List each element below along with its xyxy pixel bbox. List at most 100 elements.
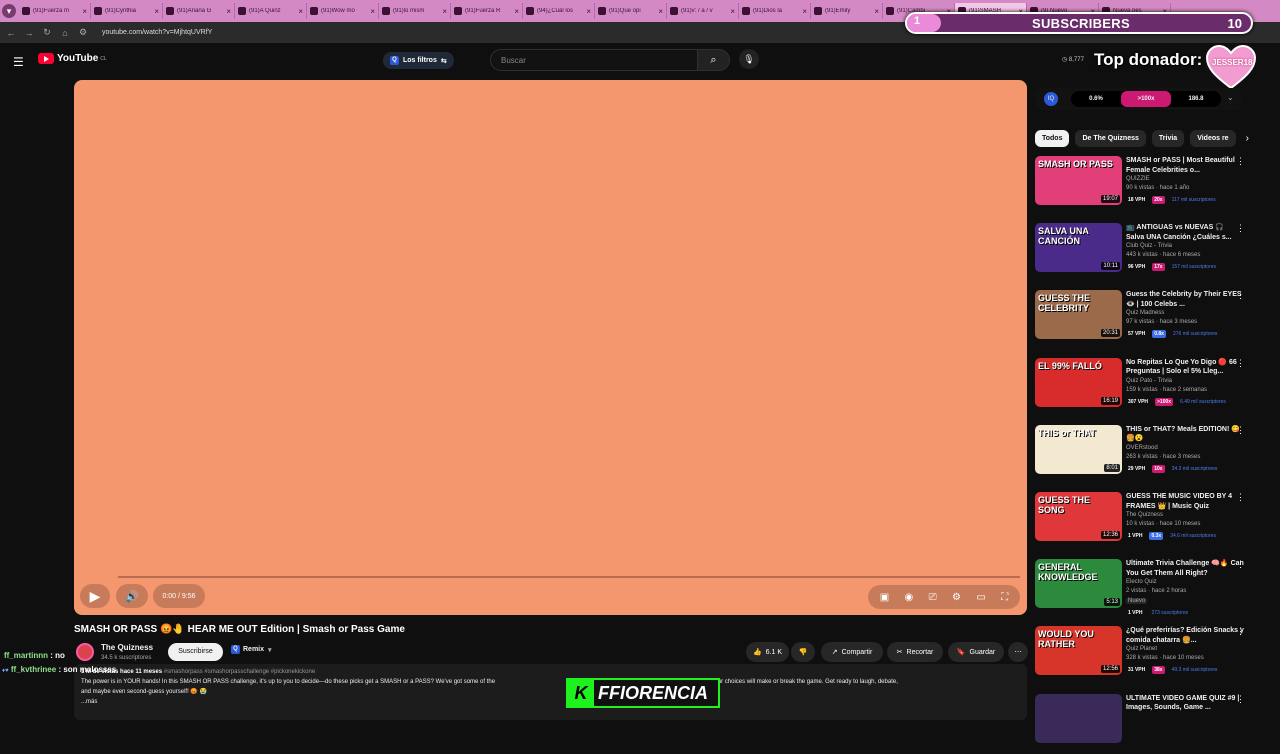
video-channel[interactable]: Quiz Madness xyxy=(1126,310,1164,316)
reload-icon[interactable]: ↻ xyxy=(40,27,54,38)
browser-tab[interactable]: (91)A Quinz × xyxy=(235,3,307,19)
browser-tab[interactable]: (91)Ariana G × xyxy=(163,3,235,19)
home-icon[interactable]: ⌂ xyxy=(58,28,72,38)
autoplay-toggle[interactable]: ◉ xyxy=(905,592,914,603)
video-channel[interactable]: Club Quiz - Trivia xyxy=(1126,243,1172,249)
video-thumbnail[interactable] xyxy=(1035,693,1122,743)
close-icon[interactable]: × xyxy=(226,7,231,16)
chip-related[interactable]: Videos re xyxy=(1190,130,1236,147)
chip-trivia[interactable]: Trivia xyxy=(1151,130,1185,147)
more-actions-button[interactable]: ⋯ xyxy=(1008,642,1028,662)
volume-button[interactable]: 🔊 xyxy=(116,584,148,608)
save-button[interactable]: 🔖 Guardar xyxy=(948,642,1004,662)
more-vert-icon[interactable]: ⋮ xyxy=(1236,290,1245,301)
subscribe-button[interactable]: Suscribirse xyxy=(168,643,223,661)
voice-search-button[interactable]: 🎙 xyxy=(739,49,759,69)
close-icon[interactable]: × xyxy=(658,7,663,16)
chip-all[interactable]: Todos xyxy=(1035,130,1070,147)
play-button[interactable]: ▶ xyxy=(80,584,110,608)
site-info-icon[interactable]: ⚙ xyxy=(76,27,90,38)
browser-tab[interactable]: (91)Fuerza m × xyxy=(19,3,91,19)
video-title[interactable]: Guess the Celebrity by Their EYES 👁️ | 1… xyxy=(1126,290,1244,309)
close-icon[interactable]: × xyxy=(370,7,375,16)
video-channel[interactable]: Quiz Planet xyxy=(1126,646,1157,652)
browser-tab[interactable]: (91)Cynthia × xyxy=(91,3,163,19)
video-channel[interactable]: The Quizness xyxy=(1126,512,1163,518)
extension-player-icon[interactable]: ▣ xyxy=(880,592,889,603)
chevron-right-icon[interactable]: › xyxy=(1246,133,1249,144)
recommended-video[interactable]: SALVA UNA CANCIÓN 10:11 📺 ANTIGUAS vs NUEV… xyxy=(1035,223,1270,283)
forward-icon[interactable]: → xyxy=(22,28,36,38)
close-icon[interactable]: × xyxy=(874,7,879,16)
subtitles-icon[interactable]: ⎚ xyxy=(929,592,937,603)
extension-logo-icon[interactable]: IQ xyxy=(1044,92,1058,106)
more-vert-icon[interactable]: ⋮ xyxy=(1236,223,1245,234)
browser-tab[interactable]: (91)Emily × xyxy=(811,3,883,19)
video-channel[interactable]: QUIZZIE xyxy=(1126,176,1150,182)
browser-tab[interactable]: (91)Dios la × xyxy=(739,3,811,19)
recommended-video[interactable]: THIS or THAT 8:01 THIS or THAT? Meals EDIT… xyxy=(1035,424,1270,485)
video-title[interactable]: ¿Qué preferirías? Edición Snacks y comid… xyxy=(1126,626,1244,645)
remix-button[interactable]: Q Remix ▾ xyxy=(231,645,272,654)
video-title[interactable]: GUESS THE MUSIC VIDEO BY 4 FRAMES 👑 | Mu… xyxy=(1126,492,1244,511)
close-icon[interactable]: × xyxy=(730,7,735,16)
video-title[interactable]: SMASH or PASS | Most Beautiful Female Ce… xyxy=(1126,156,1244,175)
video-player[interactable] xyxy=(74,80,1027,615)
url-field[interactable]: youtube.com/watch?v=MjhtqUVRfY xyxy=(102,29,212,36)
chevron-down-icon[interactable]: ⌄ xyxy=(1227,93,1234,102)
video-channel[interactable]: Quiz Pato - Trivia xyxy=(1126,378,1172,384)
close-icon[interactable]: × xyxy=(82,7,87,16)
chip-channel[interactable]: De The Quizness xyxy=(1075,130,1146,147)
browser-tab[interactable]: (91)Wow mo × xyxy=(307,3,379,19)
video-title[interactable]: No Repitas Lo Que Yo Digo 🔴 66 Preguntas… xyxy=(1126,358,1244,377)
close-icon[interactable]: × xyxy=(442,7,447,16)
close-icon[interactable]: × xyxy=(298,7,303,16)
video-thumbnail[interactable]: GUESS THE CELEBRITY 20:31 xyxy=(1035,290,1122,340)
filters-button[interactable]: Q Los filtros ⇆ xyxy=(383,52,454,69)
description-more-link[interactable]: ...más xyxy=(81,697,1020,707)
browser-tab[interactable]: (91)v: / a / v × xyxy=(667,3,739,19)
browser-tab[interactable]: (91)Que opi × xyxy=(595,3,667,19)
dislike-button[interactable]: 👎 xyxy=(791,642,815,662)
more-vert-icon[interactable]: ⋮ xyxy=(1236,425,1245,436)
like-button[interactable]: 👍 6.1 K xyxy=(746,642,789,662)
video-channel[interactable]: Electo Quiz xyxy=(1126,579,1157,585)
hamburger-menu-icon[interactable]: ☰ xyxy=(13,55,24,69)
close-icon[interactable]: × xyxy=(514,7,519,16)
video-description[interactable]: 1 M de vistas hace 11 meses #smashorpass… xyxy=(74,664,1027,720)
close-icon[interactable]: × xyxy=(586,7,591,16)
close-icon[interactable]: × xyxy=(154,7,159,16)
theater-mode-icon[interactable]: ▭ xyxy=(976,592,985,603)
settings-icon[interactable]: ⚙ xyxy=(952,592,961,603)
recommended-video[interactable]: GUESS THE SONG 12:36 GUESS THE MUSIC VIDEO… xyxy=(1035,492,1270,552)
video-title[interactable]: ULTIMATE VIDEO GAME QUIZ #9 | Images, So… xyxy=(1126,694,1244,713)
video-progress-bar[interactable] xyxy=(118,576,1020,578)
video-thumbnail[interactable]: SALVA UNA CANCIÓN 10:11 xyxy=(1035,223,1122,273)
recommended-video[interactable]: EL 99% FALLÓ 16:19 No Repitas Lo Que Yo Di… xyxy=(1035,357,1270,418)
share-button[interactable]: ↗ Compartir xyxy=(821,642,883,662)
recommended-video[interactable]: GENERAL KNOWLEDGE 5:13 Ultimate Trivia Cha… xyxy=(1035,559,1270,619)
recommended-video[interactable]: WOULD YOU RATHER 12:56 ¿Qué preferirías? E… xyxy=(1035,626,1270,686)
more-vert-icon[interactable]: ⋮ xyxy=(1236,156,1245,167)
clip-button[interactable]: ✂ Recortar xyxy=(887,642,943,662)
recommended-video[interactable]: GUESS THE CELEBRITY 20:31 Guess the Celebr… xyxy=(1035,290,1270,350)
channel-name[interactable]: The Quizness xyxy=(101,643,153,652)
youtube-logo[interactable]: YouTube CL xyxy=(38,53,107,64)
video-thumbnail[interactable]: GENERAL KNOWLEDGE 5:13 xyxy=(1035,559,1122,609)
more-vert-icon[interactable]: ⋮ xyxy=(1236,358,1245,369)
video-thumbnail[interactable]: THIS or THAT 8:01 xyxy=(1035,424,1122,474)
recommended-video[interactable]: SMASH OR PASS 19:07 SMASH or PASS | Most B… xyxy=(1035,156,1270,216)
video-title[interactable]: 📺 ANTIGUAS vs NUEVAS 🎧 Salva UNA Canción… xyxy=(1126,223,1244,242)
video-thumbnail[interactable]: WOULD YOU RATHER 12:56 xyxy=(1035,626,1122,676)
search-input[interactable]: Buscar xyxy=(490,49,698,71)
video-thumbnail[interactable]: EL 99% FALLÓ 16:19 xyxy=(1035,357,1122,407)
fullscreen-icon[interactable]: ⛶ xyxy=(1001,592,1008,603)
more-vert-icon[interactable]: ⋮ xyxy=(1236,559,1245,570)
close-icon[interactable]: × xyxy=(802,7,807,16)
search-button[interactable]: ⌕ xyxy=(698,49,730,71)
channel-avatar[interactable] xyxy=(76,643,94,661)
hashtags[interactable]: #smashorpass #smashorpasschallenge #pick… xyxy=(164,669,315,675)
video-title[interactable]: Ultimate Trivia Challenge 🧠🔥 Can You Get… xyxy=(1126,559,1244,578)
more-vert-icon[interactable]: ⋮ xyxy=(1236,626,1245,637)
video-channel[interactable]: OVERstood xyxy=(1126,445,1158,451)
